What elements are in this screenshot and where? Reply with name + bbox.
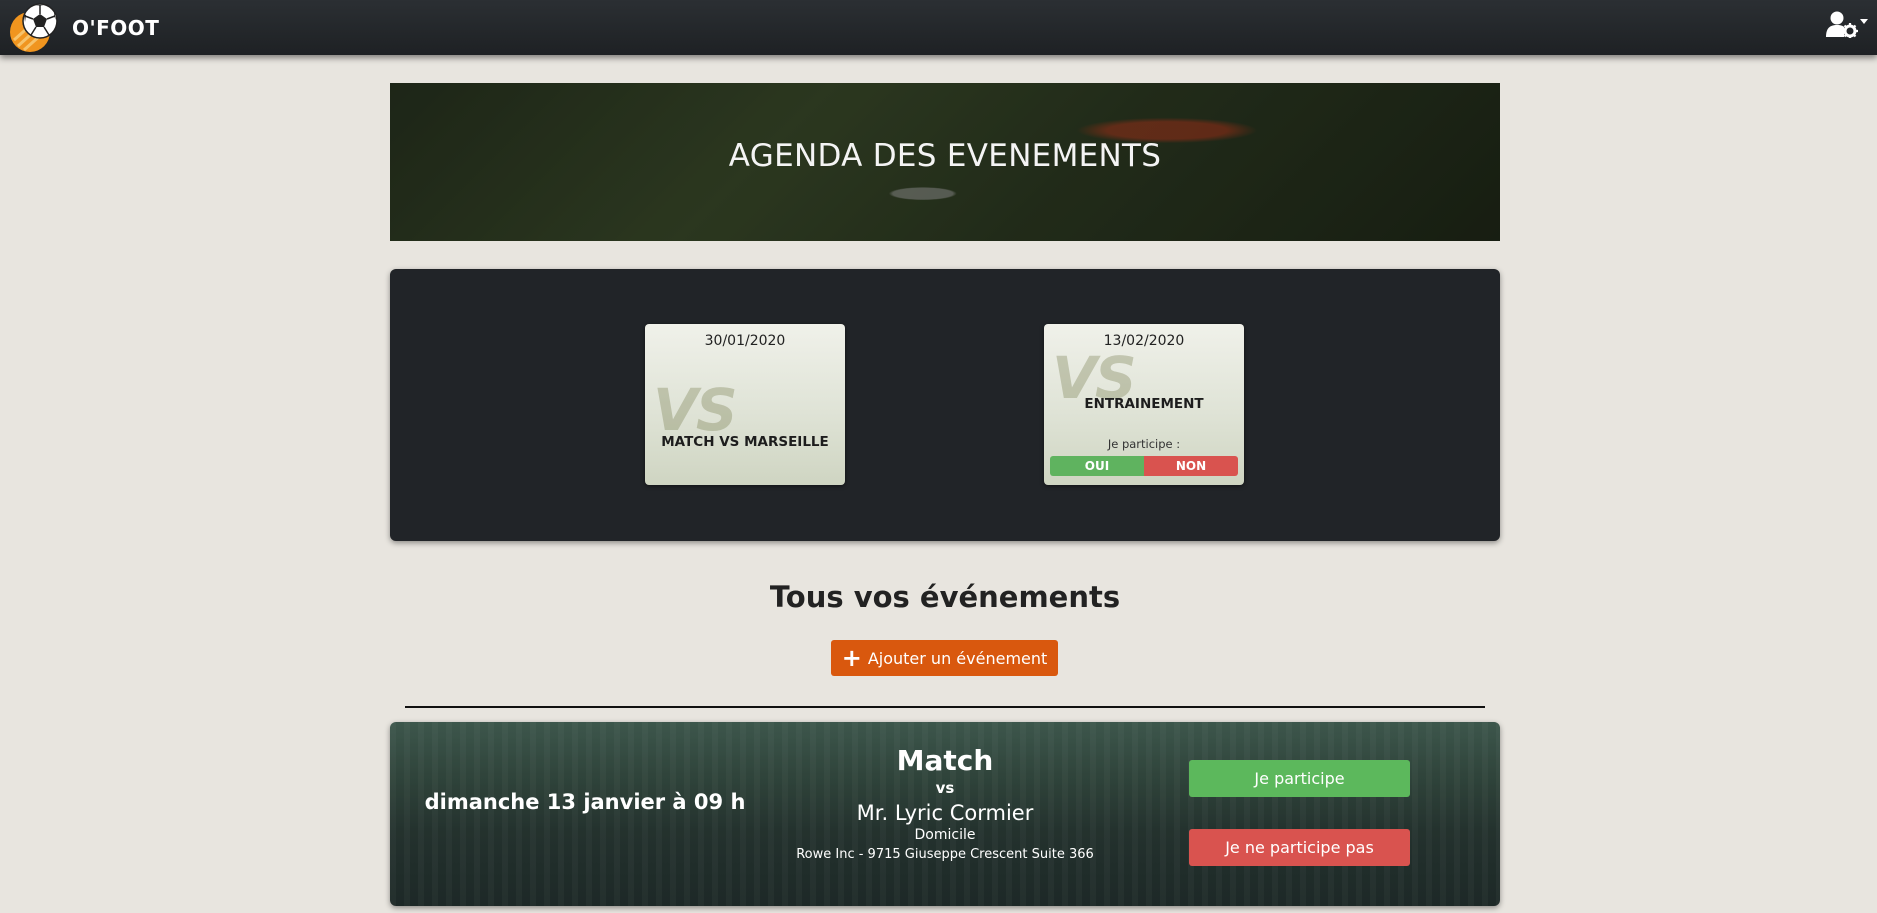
add-event-label: Ajouter un événement — [867, 648, 1048, 668]
section-title: Tous vos événements — [769, 580, 1121, 614]
brand-name: O'FOOT — [72, 15, 160, 40]
soccer-ball-icon — [10, 2, 62, 54]
navbar: O'FOOT — [0, 0, 1877, 55]
upcoming-events-panel: VS 30/01/2020 MATCH VS MARSEILLE VS 13/0… — [390, 269, 1500, 541]
divider — [405, 706, 1485, 708]
vs-label: vs — [935, 779, 955, 797]
page-title: AGENDA DES EVENEMENTS — [728, 138, 1162, 174]
user-settings-icon — [1826, 10, 1858, 42]
chevron-down-icon — [1860, 18, 1868, 24]
event-title: ENTRAINEMENT — [1084, 396, 1204, 412]
participation-toggle: OUI NON — [1050, 456, 1238, 476]
event-type: Match — [896, 744, 994, 777]
join-button[interactable]: Je participe — [1189, 760, 1410, 797]
event-date: 13/02/2020 — [1103, 333, 1185, 349]
plus-icon: + — [841, 644, 862, 672]
user-settings-menu[interactable] — [1825, 10, 1869, 42]
event-date: dimanche 13 janvier à 09 h — [424, 790, 746, 814]
event-location: Domicile — [914, 827, 976, 843]
event-card: dimanche 13 janvier à 09 h Match vs Mr. … — [390, 722, 1500, 906]
event-date: 30/01/2020 — [704, 333, 786, 349]
brand-link[interactable]: O'FOOT — [10, 2, 159, 54]
event-address: Rowe Inc - 9715 Giuseppe Crescent Suite … — [796, 847, 1094, 862]
no-button[interactable]: NON — [1144, 456, 1238, 476]
yes-button[interactable]: OUI — [1050, 456, 1144, 476]
upcoming-event-card[interactable]: VS 30/01/2020 MATCH VS MARSEILLE — [645, 324, 845, 485]
decline-button[interactable]: Je ne participe pas — [1189, 829, 1410, 866]
participate-label: Je participe : — [1107, 437, 1181, 451]
opponent-name: Mr. Lyric Cormier — [856, 801, 1034, 825]
event-details: Match vs Mr. Lyric Cormier Domicile Rowe… — [780, 744, 1110, 862]
upcoming-event-card[interactable]: VS 13/02/2020 ENTRAINEMENT Je participe … — [1044, 324, 1244, 485]
event-title: MATCH VS MARSEILLE — [661, 434, 829, 450]
add-event-button[interactable]: + Ajouter un événement — [831, 640, 1058, 676]
hero-banner: AGENDA DES EVENEMENTS — [390, 83, 1500, 241]
